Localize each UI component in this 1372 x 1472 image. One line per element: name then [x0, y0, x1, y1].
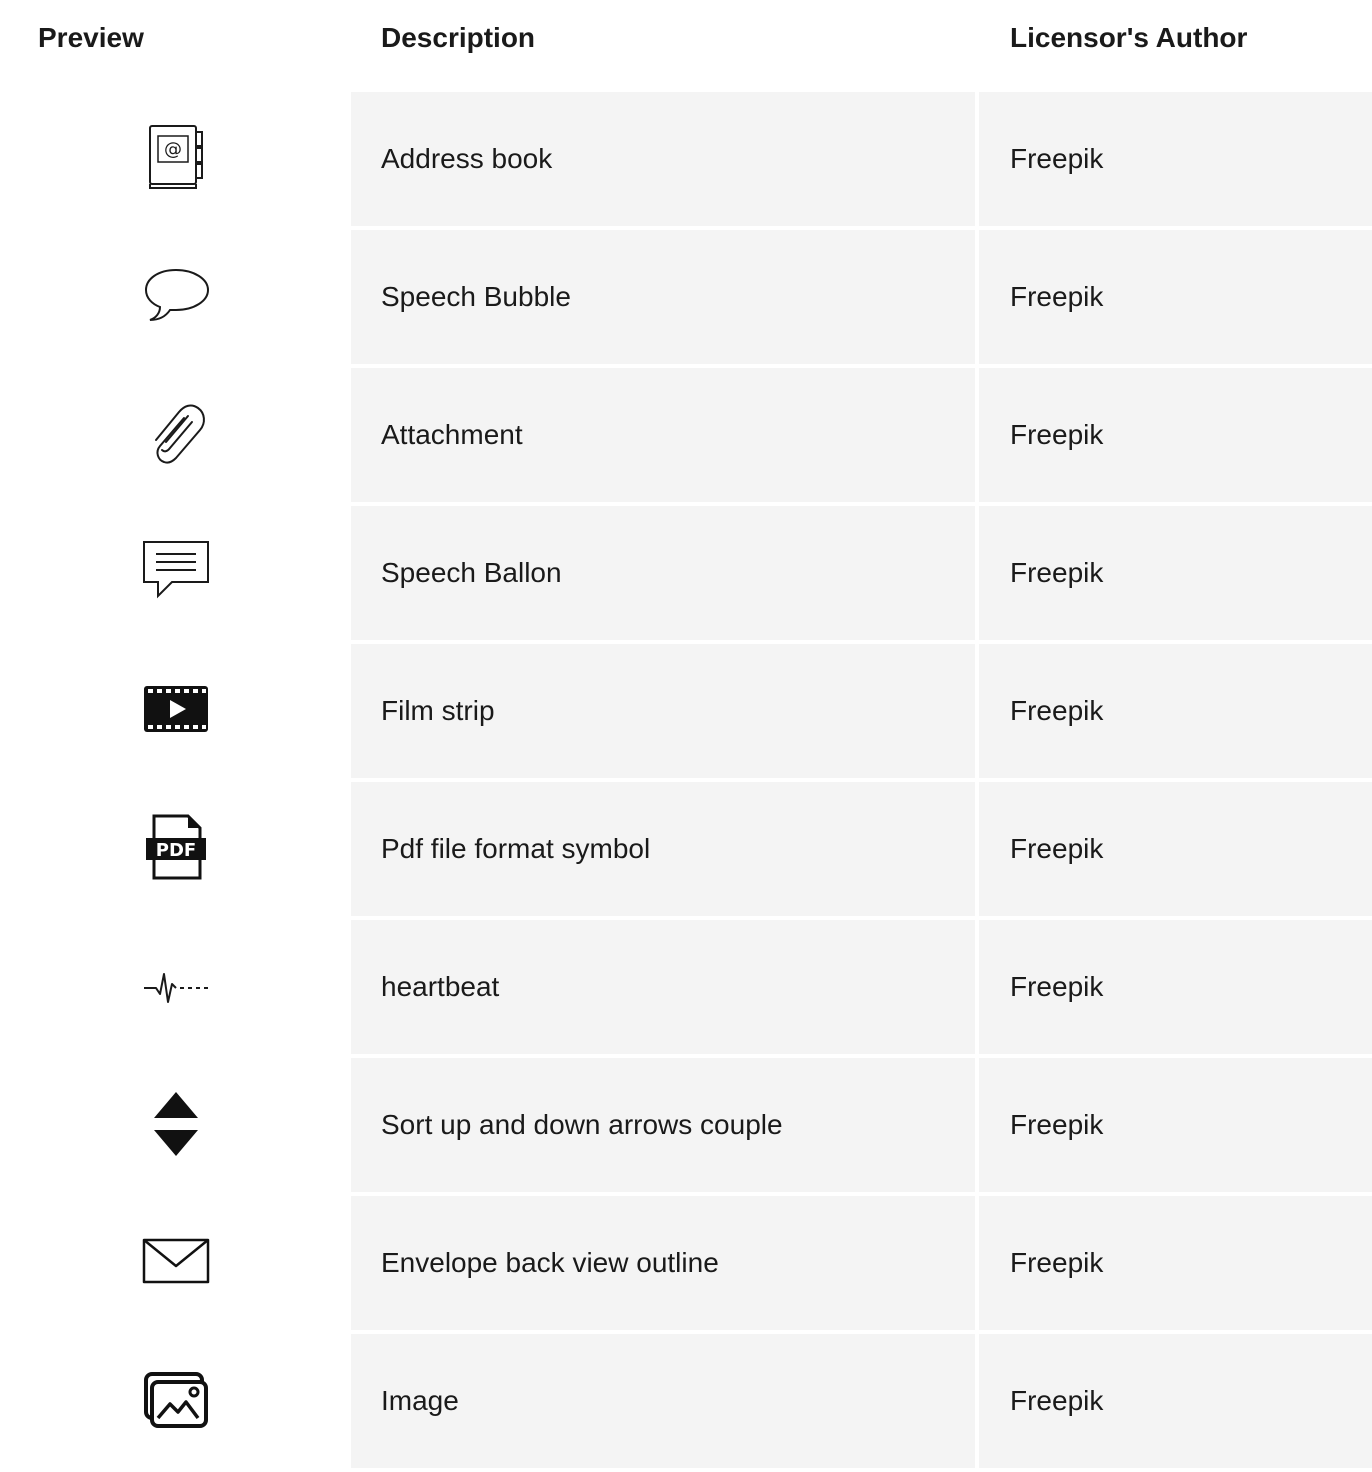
description-cell: Envelope back view outline [351, 1196, 975, 1330]
description-text: Speech Ballon [381, 557, 562, 588]
description-text: Film strip [381, 695, 495, 726]
description-text: Attachment [381, 419, 523, 450]
preview-cell: @ [0, 92, 351, 226]
author-cell: Freepik [979, 1196, 1372, 1330]
preview-cell: PDF [0, 782, 351, 916]
table-row: Speech Bubble Freepik [0, 230, 1372, 364]
sort-arrows-icon [140, 1088, 212, 1160]
table-row: @ Address book Freepik [0, 92, 1372, 226]
preview-cell [0, 368, 351, 502]
author-text: Freepik [1010, 557, 1104, 588]
table-row: Sort up and down arrows couple Freepik [0, 1058, 1372, 1192]
preview-cell [0, 230, 351, 364]
author-cell: Freepik [979, 920, 1372, 1054]
description-text: heartbeat [381, 971, 500, 1002]
author-cell: Freepik [979, 368, 1372, 502]
author-text: Freepik [1010, 1109, 1104, 1140]
film-strip-icon [140, 674, 212, 746]
preview-cell [0, 1196, 351, 1330]
image-icon [140, 1364, 212, 1436]
table-row: heartbeat Freepik [0, 920, 1372, 1054]
table-body: @ Address book Freepik Speech Bubble Fre… [0, 92, 1372, 1472]
table-row: Image Freepik [0, 1334, 1372, 1468]
author-text: Freepik [1010, 833, 1104, 864]
table-row: Attachment Freepik [0, 368, 1372, 502]
preview-cell [0, 1058, 351, 1192]
author-text: Freepik [1010, 695, 1104, 726]
author-cell: Freepik [979, 1334, 1372, 1468]
svg-text:PDF: PDF [156, 840, 196, 861]
description-text: Image [381, 1385, 459, 1416]
table-row: Speech Ballon Freepik [0, 506, 1372, 640]
envelope-icon [140, 1226, 212, 1298]
column-header-preview: Preview [38, 22, 144, 53]
speech-balloon-icon [140, 536, 212, 608]
author-cell: Freepik [979, 230, 1372, 364]
heartbeat-icon [140, 950, 212, 1022]
author-text: Freepik [1010, 281, 1104, 312]
description-cell: Sort up and down arrows couple [351, 1058, 975, 1192]
pdf-file-icon: PDF [140, 812, 212, 884]
preview-cell [0, 644, 351, 778]
author-cell: Freepik [979, 92, 1372, 226]
preview-cell [0, 1334, 351, 1468]
table-row: Film strip Freepik [0, 644, 1372, 778]
author-text: Freepik [1010, 1385, 1104, 1416]
description-cell: Speech Bubble [351, 230, 975, 364]
description-text: Speech Bubble [381, 281, 571, 312]
description-text: Address book [381, 143, 553, 174]
author-text: Freepik [1010, 971, 1104, 1002]
description-text: Pdf file format symbol [381, 833, 651, 864]
table-header: Preview Description Licensor's Author [0, 0, 1372, 76]
description-cell: Pdf file format symbol [351, 782, 975, 916]
description-cell: Speech Ballon [351, 506, 975, 640]
description-cell: Attachment [351, 368, 975, 502]
speech-bubble-icon [140, 260, 212, 332]
author-text: Freepik [1010, 419, 1104, 450]
column-header-description: Description [381, 22, 536, 53]
description-text: Envelope back view outline [381, 1247, 719, 1278]
preview-cell [0, 506, 351, 640]
author-text: Freepik [1010, 1247, 1104, 1278]
table-row: Envelope back view outline Freepik [0, 1196, 1372, 1330]
table-row: PDF Pdf file format symbol Freepik [0, 782, 1372, 916]
author-cell: Freepik [979, 506, 1372, 640]
author-cell: Freepik [979, 644, 1372, 778]
attachment-icon [140, 398, 212, 470]
address-book-icon: @ [140, 122, 212, 194]
svg-text:@: @ [164, 139, 182, 160]
description-text: Sort up and down arrows couple [381, 1109, 783, 1140]
description-cell: Film strip [351, 644, 975, 778]
column-header-author: Licensor's Author [1010, 22, 1248, 53]
author-text: Freepik [1010, 143, 1104, 174]
description-cell: heartbeat [351, 920, 975, 1054]
author-cell: Freepik [979, 782, 1372, 916]
author-cell: Freepik [979, 1058, 1372, 1192]
description-cell: Image [351, 1334, 975, 1468]
description-cell: Address book [351, 92, 975, 226]
preview-cell [0, 920, 351, 1054]
